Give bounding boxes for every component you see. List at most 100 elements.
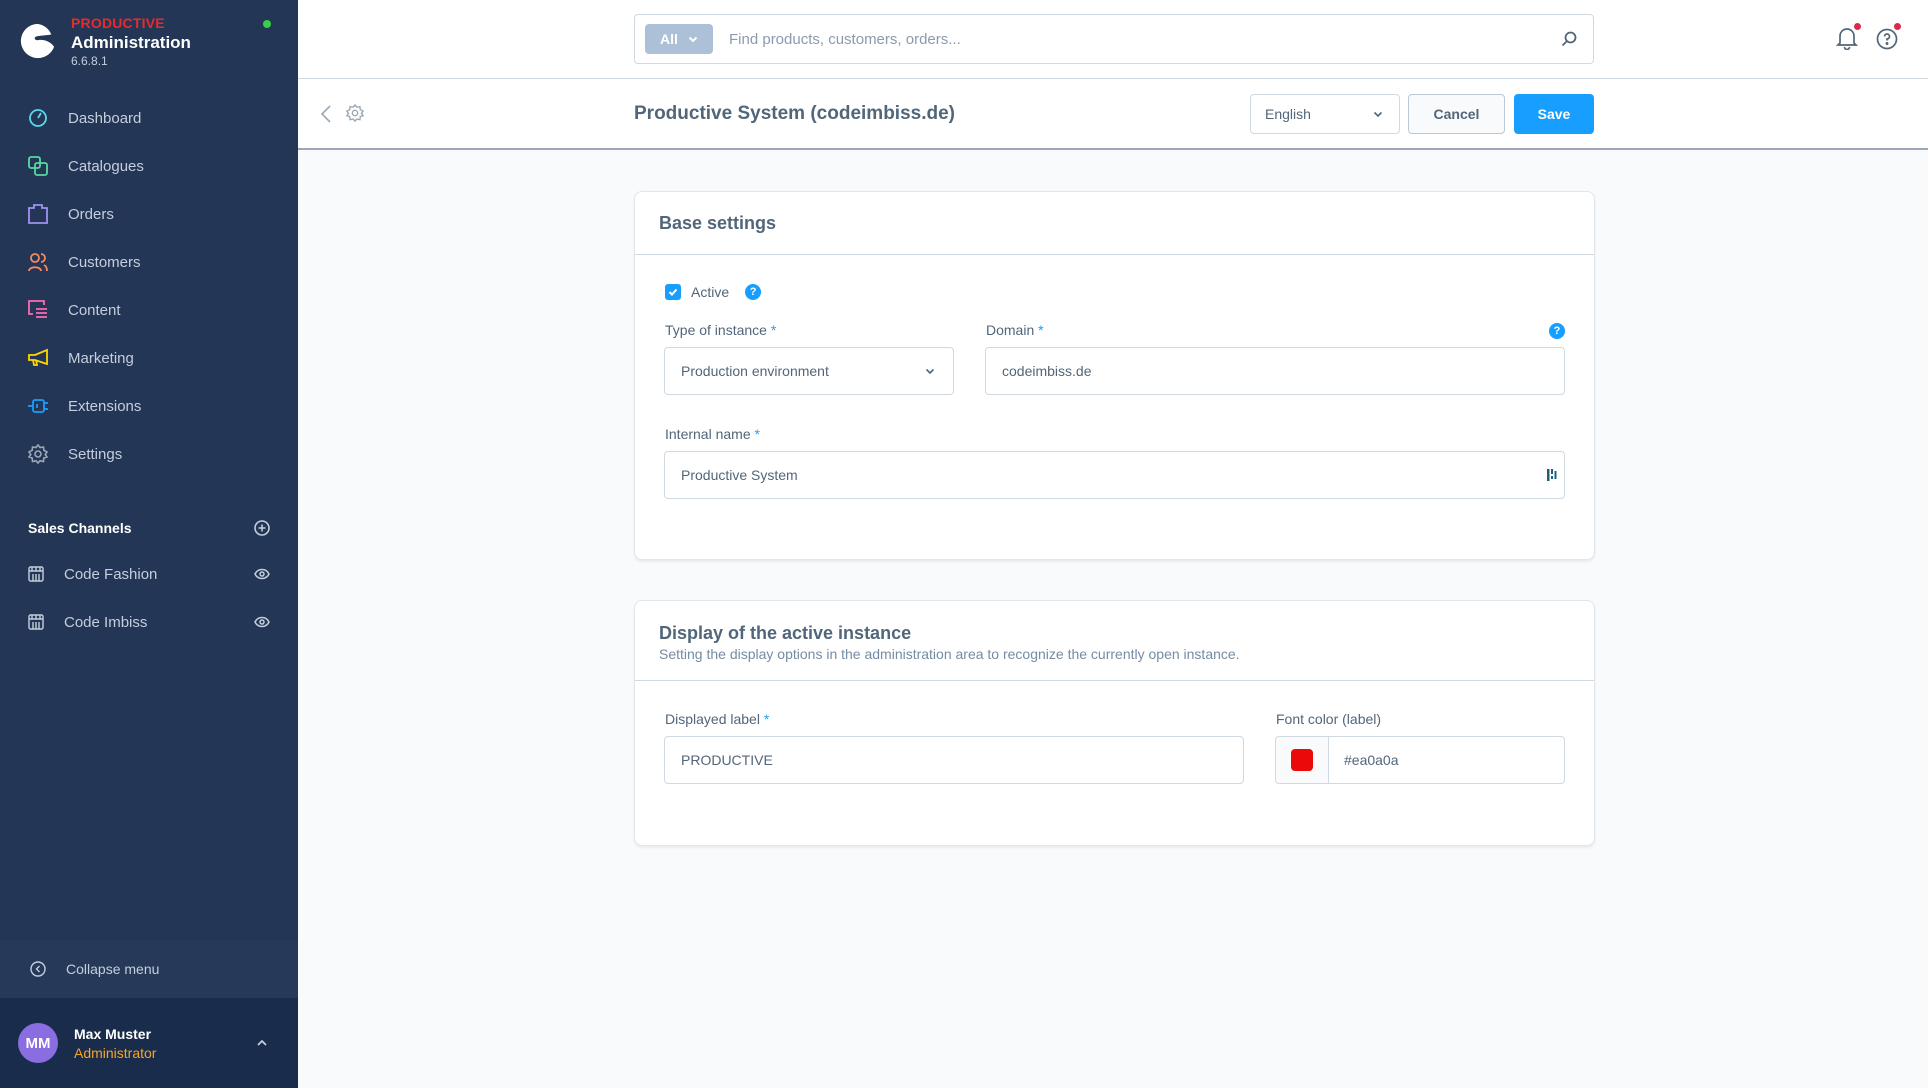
- nav-label: Dashboard: [68, 109, 142, 127]
- chevron-down-icon: [925, 368, 935, 374]
- collapse-menu-label: Collapse menu: [66, 961, 160, 977]
- marketing-icon: [28, 348, 48, 368]
- chevron-down-icon: [688, 36, 698, 42]
- nav-item-catalogues[interactable]: Catalogues: [0, 142, 298, 190]
- sales-channel-list: Code Fashion Code Imbiss: [0, 550, 298, 646]
- color-swatch-button[interactable]: [1276, 737, 1329, 783]
- catalogue-icon: [28, 156, 48, 176]
- check-icon: [668, 288, 678, 296]
- active-label: Active: [691, 284, 730, 300]
- card-header: Base settings: [635, 192, 1594, 255]
- user-menu[interactable]: MM Max Muster Administrator: [0, 998, 298, 1088]
- search-type-label: All: [660, 31, 678, 47]
- internal-name-value: Productive System: [681, 467, 798, 483]
- extensions-icon: [28, 396, 48, 416]
- nav-item-extensions[interactable]: Extensions: [0, 382, 298, 430]
- orders-icon: [28, 204, 48, 224]
- password-manager-icon[interactable]: [1546, 468, 1558, 482]
- domain-value: codeimbiss.de: [1002, 363, 1092, 379]
- main-nav: Dashboard Catalogues Orders Customers Co…: [0, 94, 298, 478]
- nav-label: Extensions: [68, 397, 142, 415]
- card-header: Display of the active instance Setting t…: [635, 601, 1594, 681]
- user-name: Max Muster: [74, 1025, 152, 1042]
- storefront-icon: [28, 614, 44, 630]
- domain-label-text: Domain: [986, 322, 1035, 338]
- active-field: Active ?: [665, 284, 762, 300]
- sales-channel-item[interactable]: Code Fashion: [0, 550, 298, 598]
- displayed-label-input[interactable]: PRODUCTIVE: [664, 736, 1244, 784]
- help-button[interactable]: [1876, 23, 1901, 50]
- gear-icon[interactable]: [346, 104, 364, 122]
- sales-channels-title: Sales Channels: [28, 520, 132, 536]
- required-mark: *: [754, 426, 760, 442]
- environment-label: PRODUCTIVE: [71, 15, 165, 31]
- page-title: Productive System (codeimbiss.de): [634, 103, 955, 124]
- storefront-icon: [28, 566, 44, 582]
- sales-channels-header: Sales Channels: [28, 520, 270, 536]
- back-arrow-icon[interactable]: [318, 103, 334, 125]
- required-mark: *: [770, 322, 777, 338]
- global-search: All: [634, 14, 1594, 64]
- card-subtitle: Setting the display options in the admin…: [659, 646, 1240, 662]
- active-checkbox[interactable]: [665, 284, 681, 300]
- type-label: Type of instance *: [665, 322, 776, 338]
- nav-label: Catalogues: [68, 157, 144, 175]
- nav-item-marketing[interactable]: Marketing: [0, 334, 298, 382]
- search-input[interactable]: [729, 30, 1561, 48]
- add-sales-channel-button[interactable]: [254, 520, 270, 536]
- font-color-label: Font color (label): [1276, 711, 1382, 727]
- domain-input[interactable]: codeimbiss.de: [985, 347, 1565, 395]
- nav-item-settings[interactable]: Settings: [0, 430, 298, 478]
- nav-item-content[interactable]: Content: [0, 286, 298, 334]
- internal-name-label: Internal name *: [665, 426, 760, 442]
- nav-label: Customers: [68, 253, 141, 271]
- displayed-label-text: Displayed label: [665, 711, 760, 727]
- plus-circle-icon: [254, 520, 270, 536]
- type-value: Production environment: [681, 363, 829, 379]
- search-type-select[interactable]: All: [645, 24, 713, 54]
- help-icon[interactable]: ?: [745, 284, 762, 300]
- cancel-button[interactable]: Cancel: [1408, 94, 1505, 134]
- eye-icon[interactable]: [254, 616, 270, 628]
- customers-icon: [28, 252, 48, 272]
- top-icons: [1835, 23, 1901, 51]
- help-circle-icon: [1876, 28, 1898, 50]
- sales-channel-item[interactable]: Code Imbiss: [0, 598, 298, 646]
- search-icon[interactable]: [1561, 31, 1577, 47]
- language-select[interactable]: English: [1250, 94, 1400, 134]
- nav-item-customers[interactable]: Customers: [0, 238, 298, 286]
- sales-channel-label: Code Fashion: [64, 565, 158, 583]
- font-color-input[interactable]: #ea0a0a: [1275, 736, 1565, 784]
- sales-channel-label: Code Imbiss: [64, 613, 148, 631]
- nav-label: Settings: [68, 445, 123, 463]
- nav-item-dashboard[interactable]: Dashboard: [0, 94, 298, 142]
- help-badge: [1894, 23, 1901, 30]
- internal-name-input[interactable]: Productive System: [664, 451, 1565, 499]
- card-title: Base settings: [659, 212, 777, 233]
- nav-label: Orders: [68, 205, 114, 223]
- type-of-instance-select[interactable]: Production environment: [664, 347, 954, 395]
- shopware-logo-icon: [20, 23, 55, 59]
- displayed-label-value: PRODUCTIVE: [681, 752, 773, 768]
- color-swatch: [1291, 749, 1313, 771]
- status-indicator: [263, 20, 271, 28]
- save-button[interactable]: Save: [1514, 94, 1594, 134]
- chevron-left-circle-icon: [30, 961, 46, 977]
- domain-help-icon[interactable]: ?: [1549, 323, 1565, 339]
- avatar: MM: [18, 1023, 58, 1063]
- internal-name-label-text: Internal name: [665, 426, 751, 442]
- nav-item-orders[interactable]: Orders: [0, 190, 298, 238]
- notifications-button[interactable]: [1835, 23, 1861, 51]
- user-role: Administrator: [74, 1044, 157, 1061]
- required-mark: *: [1038, 322, 1044, 338]
- language-value: English: [1265, 106, 1311, 122]
- app-title: Administration: [71, 33, 191, 52]
- eye-icon[interactable]: [254, 568, 270, 580]
- settings-icon: [28, 444, 48, 464]
- dashboard-icon: [28, 108, 48, 128]
- sidebar: PRODUCTIVE Administration 6.6.8.1 Dashbo…: [0, 0, 298, 1088]
- base-settings-card: Base settings Active ? Type of instance …: [634, 191, 1595, 560]
- collapse-menu-button[interactable]: Collapse menu: [0, 940, 298, 998]
- nav-label: Content: [68, 301, 121, 319]
- displayed-label-label: Displayed label *: [665, 711, 769, 727]
